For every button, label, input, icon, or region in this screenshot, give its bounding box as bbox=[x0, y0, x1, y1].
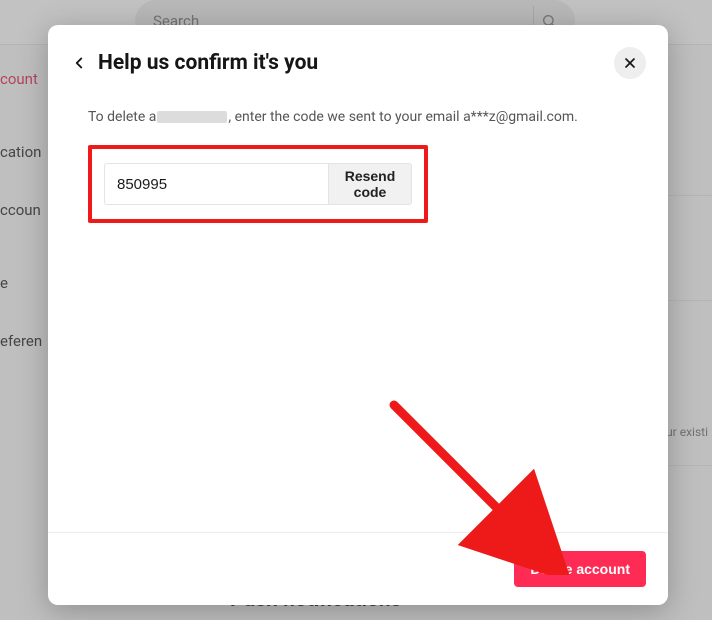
modal-body: To delete a , enter the code we sent to y… bbox=[48, 89, 668, 532]
modal-title: Help us confirm it's you bbox=[98, 51, 614, 75]
code-row: Resend code bbox=[104, 163, 412, 205]
instr-part: , enter the code we sent to your email bbox=[228, 109, 463, 125]
close-button[interactable] bbox=[614, 47, 646, 79]
back-button[interactable] bbox=[66, 50, 92, 76]
instr-part: To delete a bbox=[88, 109, 156, 125]
instr-part: . bbox=[574, 109, 578, 125]
delete-account-button[interactable]: Delete account bbox=[514, 551, 646, 587]
code-row-highlight: Resend code bbox=[88, 145, 428, 223]
modal-footer: Delete account bbox=[48, 532, 668, 605]
masked-email: a***z@gmail.com bbox=[463, 109, 574, 125]
confirm-identity-modal: Help us confirm it's you To delete a , en… bbox=[48, 25, 668, 605]
verification-code-input[interactable] bbox=[104, 163, 328, 205]
redacted-username bbox=[157, 111, 227, 123]
modal-header: Help us confirm it's you bbox=[48, 25, 668, 89]
instruction-text: To delete a , enter the code we sent to y… bbox=[88, 109, 628, 125]
resend-code-button[interactable]: Resend code bbox=[328, 163, 412, 205]
